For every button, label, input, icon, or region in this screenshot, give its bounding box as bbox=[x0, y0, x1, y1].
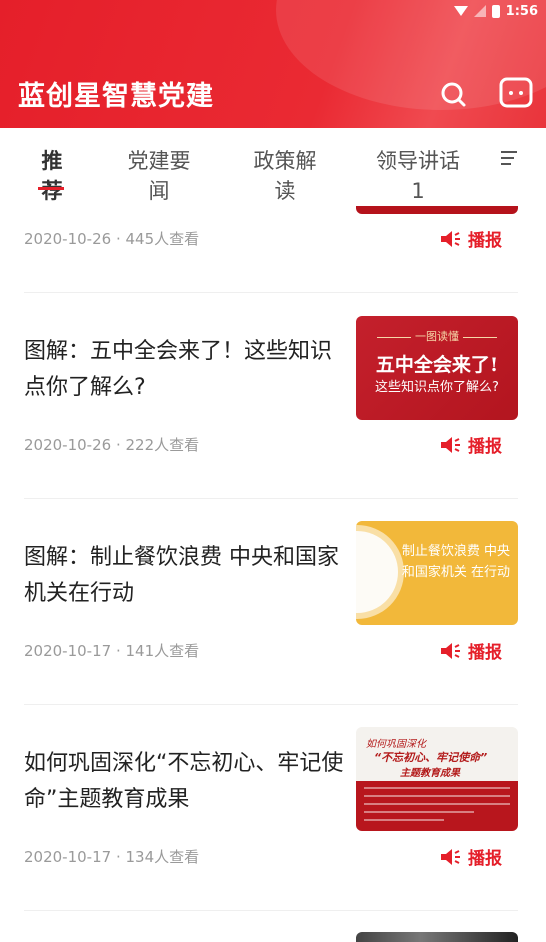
article-thumbnail[interactable] bbox=[356, 206, 518, 214]
thumb-subline: 这些知识点你了解么? bbox=[375, 380, 499, 395]
article-thumbnail[interactable]: 制止餐饮浪费 中央和国家机关 在行动 bbox=[356, 521, 518, 625]
plate-graphic bbox=[356, 531, 398, 613]
tab-leader-speech[interactable]: 领导讲话1 bbox=[370, 146, 466, 206]
broadcast-label: 播报 bbox=[468, 643, 502, 663]
article-title[interactable]: 如何巩固深化“不忘初心、牢记使命”主题教育成果 bbox=[24, 746, 344, 818]
article-thumbnail[interactable]: 一图读懂 五中全会来了! 这些知识点你了解么? bbox=[356, 316, 518, 420]
message-button[interactable] bbox=[498, 76, 534, 110]
article-thumbnail[interactable] bbox=[356, 932, 518, 942]
broadcast-button[interactable]: 播报 bbox=[440, 432, 502, 457]
tab-label: 政策解读 bbox=[253, 149, 317, 203]
tab-recommend[interactable]: 推荐 bbox=[36, 146, 68, 206]
wifi-icon bbox=[453, 6, 468, 16]
article-feed: 2020-10-26 · 445人查看 播报 图解：五中全会来了！这些知识点你了… bbox=[0, 206, 546, 942]
signal-icon bbox=[473, 5, 486, 17]
speaker-icon bbox=[441, 848, 460, 865]
menu-icon[interactable] bbox=[500, 150, 518, 166]
article-title[interactable]: 图解：制止餐饮浪费 中央和国家机关在行动 bbox=[24, 540, 344, 612]
thumb-caption: 一图读懂 bbox=[356, 328, 518, 344]
status-bar: 1:56 bbox=[453, 0, 538, 22]
search-icon bbox=[441, 82, 466, 107]
status-time: 1:56 bbox=[505, 3, 538, 19]
thumb-headline: 五中全会来了! bbox=[375, 354, 499, 376]
tab-policy-interpretation[interactable]: 政策解读 bbox=[248, 146, 322, 206]
app-header: 1:56 蓝创星智慧党建 bbox=[0, 0, 546, 128]
article-title[interactable]: 图解：五中全会来了！这些知识点你了解么? bbox=[24, 334, 344, 406]
tab-party-news[interactable]: 党建要闻 bbox=[122, 146, 196, 206]
broadcast-label: 播报 bbox=[468, 437, 502, 457]
battery-icon bbox=[491, 4, 500, 18]
speaker-icon bbox=[441, 642, 460, 659]
broadcast-label: 播报 bbox=[468, 231, 502, 251]
app-title: 蓝创星智慧党建 bbox=[18, 81, 214, 112]
article-meta: 2020-10-26 · 222人查看 bbox=[24, 436, 200, 454]
divider bbox=[24, 498, 518, 499]
divider bbox=[24, 704, 518, 705]
broadcast-button[interactable]: 播报 bbox=[440, 226, 502, 251]
divider bbox=[24, 910, 518, 911]
broadcast-label: 播报 bbox=[468, 849, 502, 869]
article-meta: 2020-10-26 · 445人查看 bbox=[24, 230, 200, 248]
thumb-caption: 如何巩固深化 bbox=[366, 739, 426, 750]
speaker-icon bbox=[441, 436, 460, 453]
broadcast-button[interactable]: 播报 bbox=[440, 638, 502, 663]
thumb-headline: 制止餐饮浪费 中央和国家机关 在行动 bbox=[401, 544, 511, 580]
tab-label: 领导讲话1 bbox=[376, 149, 460, 203]
active-tab-indicator bbox=[38, 187, 64, 190]
tab-label: 党建要闻 bbox=[127, 149, 191, 203]
tab-label: 推荐 bbox=[41, 149, 63, 203]
divider bbox=[24, 292, 518, 293]
thumb-headline: “不忘初心、牢记使命” bbox=[374, 751, 488, 764]
article-meta: 2020-10-17 · 134人查看 bbox=[24, 848, 200, 866]
category-tabs: 推荐 党建要闻 政策解读 领导讲话1 bbox=[0, 128, 546, 206]
article-meta: 2020-10-17 · 141人查看 bbox=[24, 642, 200, 660]
broadcast-button[interactable]: 播报 bbox=[440, 844, 502, 869]
thumb-red-band bbox=[356, 781, 518, 831]
chat-icon bbox=[499, 77, 533, 108]
article-thumbnail[interactable]: 如何巩固深化 “不忘初心、牢记使命” 主题教育成果 bbox=[356, 727, 518, 831]
search-button[interactable] bbox=[437, 78, 471, 112]
speaker-icon bbox=[441, 230, 460, 247]
thumb-subline: 主题教育成果 bbox=[400, 768, 460, 779]
